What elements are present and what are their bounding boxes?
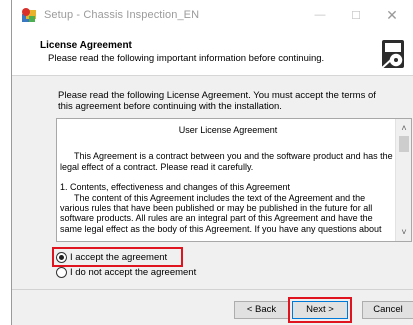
next-highlight-box	[288, 297, 352, 323]
minimize-button[interactable]: —	[303, 0, 337, 30]
setup-window: Setup - Chassis Inspection_EN — ☐ ✕ Lice…	[11, 0, 413, 325]
license-content: User License Agreement This Agreement is…	[60, 119, 396, 234]
decline-option[interactable]: I do not accept the agreement	[56, 267, 196, 278]
title-bar[interactable]: Setup - Chassis Inspection_EN — ☐ ✕	[12, 0, 413, 30]
wizard-header: License Agreement Please read the follow…	[12, 30, 413, 76]
chevron-down-icon[interactable]: ˅	[396, 225, 411, 239]
page-title: License Agreement	[40, 40, 132, 51]
decline-radio[interactable]	[56, 267, 67, 278]
license-text-box[interactable]: User License Agreement This Agreement is…	[56, 118, 412, 242]
decline-label[interactable]: I do not accept the agreement	[70, 267, 196, 278]
close-button[interactable]: ✕	[375, 0, 409, 30]
setup-installer-icon	[20, 6, 38, 24]
license-title: User License Agreement	[178, 125, 278, 135]
window-title: Setup - Chassis Inspection_EN	[44, 9, 200, 21]
chevron-up-icon[interactable]: ˄	[396, 121, 411, 135]
accept-highlight-box	[52, 247, 183, 267]
license-section-text: The content of this Agreement includes t…	[60, 192, 382, 234]
footer-divider	[12, 289, 413, 290]
license-paragraph: This Agreement is a contract between you…	[60, 151, 393, 172]
license-section-heading: 1. Contents, effectiveness and changes o…	[60, 182, 290, 193]
page-subtitle: Please read the following important info…	[48, 53, 325, 64]
intro-text: Please read the following License Agreem…	[58, 90, 376, 112]
cancel-button[interactable]: Cancel	[362, 301, 413, 319]
scrollbar-thumb[interactable]	[399, 136, 409, 152]
installer-box-logo-icon	[379, 36, 409, 72]
back-button[interactable]: < Back	[234, 301, 289, 319]
license-scrollbar[interactable]: ˄ ˅	[395, 119, 411, 241]
maximize-button[interactable]: ☐	[339, 0, 373, 30]
